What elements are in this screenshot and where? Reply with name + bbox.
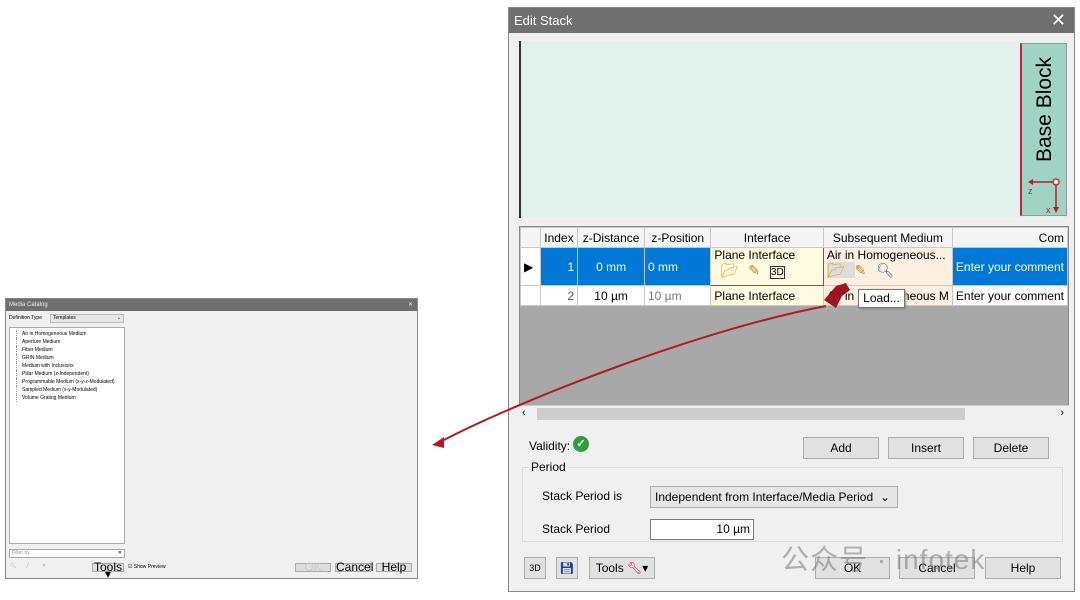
ok-button[interactable]: OK bbox=[295, 561, 331, 573]
load-folder-icon[interactable]: 📂︎ bbox=[720, 262, 748, 278]
cell-index[interactable]: 2 bbox=[539, 285, 579, 306]
cell-interface[interactable]: Plane Interface 📂︎✎3D bbox=[710, 247, 824, 286]
3d-view-icon[interactable]: 3D bbox=[524, 557, 546, 579]
column-header[interactable]: Subsequent Medium bbox=[822, 227, 953, 248]
cell-z-position[interactable]: 10 µm bbox=[643, 285, 712, 306]
table-row[interactable]: ▶ 1 0 mm 0 mm Plane Interface 📂︎✎3D Air … bbox=[520, 247, 1068, 286]
window-title: Media Catalog bbox=[9, 302, 48, 308]
medium-name: Air in Homogeneous... bbox=[826, 248, 946, 263]
tree-item[interactable]: Aperture Medium bbox=[16, 338, 124, 346]
filter-input[interactable]: Filter by... ✕ bbox=[9, 549, 125, 558]
validity-label: Validity: bbox=[529, 439, 571, 453]
3d-view-icon[interactable]: 3D bbox=[769, 266, 785, 279]
media-catalog-window: Media Catalog ✕ Definition Type Templates… bbox=[5, 298, 418, 580]
interface-name: Plane Interface bbox=[714, 248, 796, 263]
tree-item[interactable]: Fiber Medium bbox=[16, 346, 124, 354]
period-group-label: Period bbox=[529, 460, 568, 474]
tools-label: Tools bbox=[595, 561, 624, 575]
insert-button[interactable]: Insert bbox=[888, 437, 964, 459]
table-header: Index z-Distance z-Position Interface Su… bbox=[520, 227, 1068, 248]
definition-type-select[interactable]: Templates ⌄ bbox=[50, 314, 124, 323]
load-folder-icon[interactable]: 📂︎ bbox=[826, 262, 855, 278]
close-icon[interactable]: ✕ bbox=[1051, 8, 1066, 33]
edit-pencil-icon[interactable]: ✎ bbox=[748, 262, 770, 278]
validity-ok-icon: ✓ bbox=[573, 436, 589, 452]
save-icon[interactable]: 💾︎ bbox=[556, 557, 578, 579]
tooltip: Load... bbox=[858, 289, 905, 308]
cell-interface[interactable]: Plane Interface bbox=[710, 285, 824, 306]
cancel-button[interactable]: Cancel bbox=[335, 561, 373, 573]
delete-button[interactable]: Delete bbox=[973, 437, 1049, 459]
cell-subsequent-medium[interactable]: Air in Homogeneous... 📂︎✎🔍︎ bbox=[822, 247, 953, 286]
base-block-label: Base Block bbox=[1033, 56, 1056, 162]
tools-icon: 🔧︎ bbox=[627, 561, 643, 575]
cell-index[interactable]: 1 bbox=[539, 247, 579, 286]
tree-item[interactable]: Programmable Medium (x-y-z-Modulated) bbox=[16, 378, 124, 386]
edit-pencil-icon[interactable]: ✎ bbox=[855, 262, 877, 278]
column-header[interactable]: z-Distance bbox=[577, 227, 645, 248]
column-header[interactable]: Com bbox=[951, 227, 1068, 248]
cell-comment[interactable]: Enter your comment bbox=[951, 247, 1068, 286]
horizontal-scrollbar[interactable]: ‹ › bbox=[519, 405, 1069, 422]
column-header[interactable]: z-Position bbox=[643, 227, 712, 248]
chevron-down-icon: ⌄ bbox=[116, 315, 121, 321]
view-icon[interactable]: 🔍︎ bbox=[10, 563, 16, 569]
svg-text:x: x bbox=[1046, 205, 1051, 214]
show-preview-checkbox[interactable]: ☑ Show Preview bbox=[128, 564, 166, 570]
add-button[interactable]: Add bbox=[803, 437, 879, 459]
stack-table[interactable]: Index z-Distance z-Position Interface Su… bbox=[519, 226, 1069, 422]
cell-z-distance[interactable]: 0 mm bbox=[577, 247, 645, 286]
window-title: Edit Stack bbox=[514, 13, 573, 28]
scrollbar-thumb[interactable] bbox=[537, 408, 965, 420]
tree-item[interactable]: Sampled Medium (x-y-Modulated) bbox=[16, 386, 124, 394]
tree-item[interactable]: Pillar Medium (z-Independent) bbox=[16, 370, 124, 378]
selected-value: Templates bbox=[53, 315, 76, 321]
tree-item[interactable]: GRIN Medium bbox=[16, 354, 124, 362]
view-magnifier-icon[interactable]: 🔍︎ bbox=[876, 262, 904, 278]
column-header[interactable]: Index bbox=[539, 227, 579, 248]
tree-item[interactable]: Medium with Inclusions bbox=[16, 362, 124, 370]
cell-comment[interactable]: Enter your comment bbox=[951, 285, 1068, 306]
cell-z-distance[interactable]: 10 µm bbox=[577, 285, 645, 306]
axis-icon: z x bbox=[1028, 178, 1060, 214]
column-header[interactable]: Interface bbox=[710, 227, 824, 248]
title-bar: Edit Stack ✕ bbox=[509, 8, 1074, 33]
show-preview-label: Show Preview bbox=[133, 564, 166, 570]
chevron-down-icon: ⌄ bbox=[879, 490, 890, 504]
stack-period-is-label: Stack Period is bbox=[542, 489, 623, 503]
stack-period-label: Stack Period bbox=[542, 522, 611, 536]
arrow-head bbox=[432, 437, 444, 448]
row-selector[interactable] bbox=[520, 285, 541, 306]
scroll-left-icon[interactable]: ‹ bbox=[522, 407, 526, 419]
tools-button[interactable]: Tools ▾ bbox=[92, 560, 124, 580]
stack-period-input[interactable]: 10 µm bbox=[650, 519, 754, 540]
row-header-corner bbox=[520, 227, 541, 248]
edit-stack-window: Edit Stack ✕ Base Block z x Index z-Dista… bbox=[508, 7, 1075, 592]
base-block: Base Block z x bbox=[1020, 43, 1067, 216]
tree-item[interactable]: Air in Homogeneous Medium bbox=[16, 330, 124, 338]
stack-period-is-select[interactable]: Independent from Interface/Media Period ⌄ bbox=[650, 486, 898, 508]
tree-item[interactable]: Volume Grating Medium bbox=[16, 394, 124, 402]
table-row[interactable]: 2 10 µm 10 µm Plane Interface Air in Hom… bbox=[520, 285, 1068, 306]
scroll-right-icon[interactable]: › bbox=[1060, 407, 1064, 419]
cell-z-position[interactable]: 0 mm bbox=[643, 247, 712, 286]
definition-type-label: Definition Type bbox=[9, 315, 42, 321]
edit-icon[interactable]: ╱ bbox=[26, 563, 29, 569]
tools-label: Tools bbox=[93, 560, 122, 574]
row-selector-icon[interactable]: ▶ bbox=[520, 247, 541, 286]
stack-preview bbox=[519, 41, 1069, 218]
watermark: 公众号 · infotek bbox=[781, 544, 986, 575]
delete-icon[interactable]: ✕ bbox=[42, 563, 46, 569]
selected-value: Independent from Interface/Media Period bbox=[655, 490, 874, 504]
help-button[interactable]: Help bbox=[985, 557, 1061, 579]
clear-icon[interactable]: ✕ bbox=[118, 550, 122, 557]
filter-placeholder: Filter by... bbox=[12, 550, 34, 556]
media-tree[interactable]: Air in Homogeneous Medium Aperture Medium… bbox=[9, 327, 125, 544]
close-icon[interactable]: ✕ bbox=[408, 299, 413, 311]
svg-text:z: z bbox=[1028, 186, 1033, 196]
tools-button[interactable]: Tools 🔧︎▾ bbox=[589, 557, 655, 579]
help-button[interactable]: Help bbox=[376, 561, 412, 573]
title-bar: Media Catalog ✕ bbox=[6, 299, 417, 311]
